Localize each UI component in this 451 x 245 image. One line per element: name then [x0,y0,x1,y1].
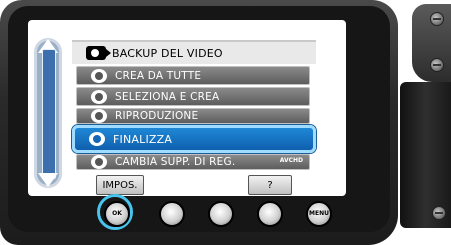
lock-disc-icon [89,132,105,146]
video-camera-icon [86,46,111,60]
menu-item-riproduzione[interactable]: RIPRODUZIONE [76,108,310,124]
help-button[interactable]: ? [248,175,292,195]
avchd-badge: AVCHD [279,157,303,164]
disc-icon [91,89,107,104]
menu-label: MENU [309,210,329,217]
ok-label: OK [112,210,122,217]
menu-item-finalizza[interactable]: FINALIZZA [72,125,316,153]
menu-item-seleziona-e-crea[interactable]: SELEZIONA E CREA [76,87,310,106]
screw-icon [430,12,444,26]
scroll-down-icon[interactable] [38,173,58,187]
disc-icon [91,68,107,83]
screw-icon [430,58,444,72]
menu-title-bar: BACKUP DEL VIDEO [72,40,316,64]
menu-item-label: SELEZIONA E CREA [115,90,220,103]
scroll-track[interactable] [42,49,56,179]
menu-item-cambia-supp[interactable]: CAMBIA SUPP. DI REG. AVCHD [76,154,310,170]
ok-button[interactable]: OK [104,201,130,227]
screw-icon [432,206,446,220]
menu-item-label: CAMBIA SUPP. DI REG. [115,156,236,168]
menu-item-label: RIPRODUZIONE [115,110,199,122]
disc-icon [91,155,107,169]
menu-title: BACKUP DEL VIDEO [112,46,223,60]
menu-item-label: CREA DA TUTTE [115,69,202,82]
disc-icon [91,109,107,123]
nav-button-3[interactable] [257,201,283,227]
impos-button[interactable]: IMPOS. [96,175,144,195]
nav-button-1[interactable] [159,201,185,227]
lcd-hinge [400,82,451,228]
nav-button-2[interactable] [208,201,234,227]
menu-item-label: FINALIZZA [113,132,173,146]
scroll-slider[interactable] [34,38,62,188]
menu-button[interactable]: MENU [306,201,332,227]
menu-item-crea-da-tutte[interactable]: CREA DA TUTTE [76,66,310,85]
